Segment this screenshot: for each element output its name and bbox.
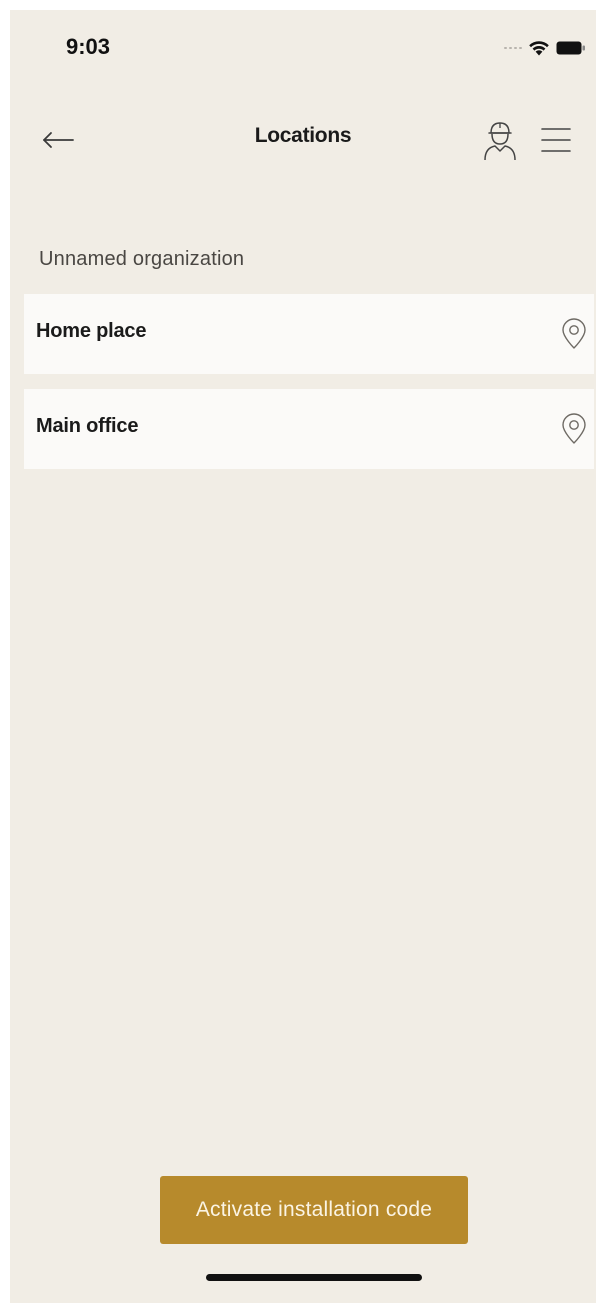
location-item-home-place[interactable]: Home place <box>24 294 594 374</box>
location-pin-icon <box>562 413 586 444</box>
location-item-main-office[interactable]: Main office <box>24 389 594 469</box>
installer-button[interactable] <box>482 118 518 162</box>
menu-button[interactable] <box>540 124 572 156</box>
location-list: Home place Main office <box>24 294 594 484</box>
status-time: 9:03 <box>66 34 111 59</box>
location-name: Main office <box>36 415 139 437</box>
hamburger-menu-icon <box>541 128 571 152</box>
activate-installation-code-button[interactable]: Activate installation code <box>160 1176 468 1244</box>
organization-label: Unnamed organization <box>39 248 245 270</box>
locations-screen: 9:03 Locations Unnamed organization Home… <box>10 10 596 1303</box>
location-pin-icon <box>562 318 586 349</box>
nav-header: Locations <box>10 110 596 170</box>
installer-person-icon <box>484 122 516 161</box>
battery-icon <box>556 41 585 55</box>
home-indicator <box>206 1274 422 1281</box>
location-name: Home place <box>36 320 147 342</box>
wifi-icon <box>529 41 549 56</box>
status-bar: 9:03 <box>10 10 596 80</box>
status-icons <box>504 40 586 56</box>
cellular-signal-icon <box>504 47 522 49</box>
